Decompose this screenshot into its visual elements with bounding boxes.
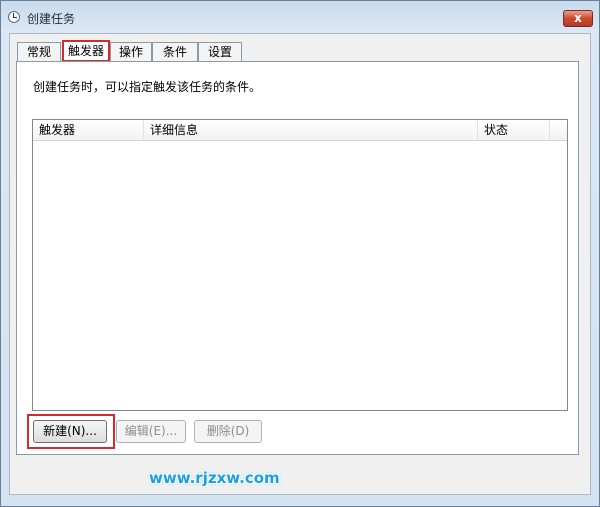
column-header-details[interactable]: 详细信息 (144, 120, 478, 140)
watermark-text: www.rjzxw.com (149, 469, 280, 487)
new-button[interactable]: 新建(N)... (33, 420, 107, 443)
column-header-status[interactable]: 状态 (478, 120, 550, 140)
tab-general[interactable]: 常规 (17, 42, 61, 61)
tab-conditions[interactable]: 条件 (152, 42, 198, 61)
tab-settings[interactable]: 设置 (198, 42, 242, 61)
triggers-panel: 创建任务时，可以指定触发该任务的条件。 触发器 详细信息 状态 (16, 61, 579, 455)
triggers-list[interactable]: 触发器 详细信息 状态 (32, 119, 568, 411)
create-task-window: 创建任务 x 常规 触发器 操作 条件 设置 创建任务时，可以指定触发该任务的条… (0, 0, 600, 507)
delete-button[interactable]: 删除(D) (194, 420, 262, 443)
tab-actions[interactable]: 操作 (110, 42, 152, 61)
clock-icon (8, 11, 20, 23)
close-button[interactable]: x (563, 10, 593, 27)
triggers-description: 创建任务时，可以指定触发该任务的条件。 (33, 80, 262, 94)
list-header: 触发器 详细信息 状态 (33, 120, 567, 141)
window-title: 创建任务 (27, 12, 76, 26)
title-bar[interactable]: 创建任务 x (1, 1, 599, 33)
column-header-trigger[interactable]: 触发器 (33, 120, 144, 140)
tab-triggers[interactable]: 触发器 (62, 40, 110, 61)
dialog-body: 常规 触发器 操作 条件 设置 创建任务时，可以指定触发该任务的条件。 触发器 … (9, 33, 591, 495)
edit-button[interactable]: 编辑(E)... (116, 420, 186, 443)
